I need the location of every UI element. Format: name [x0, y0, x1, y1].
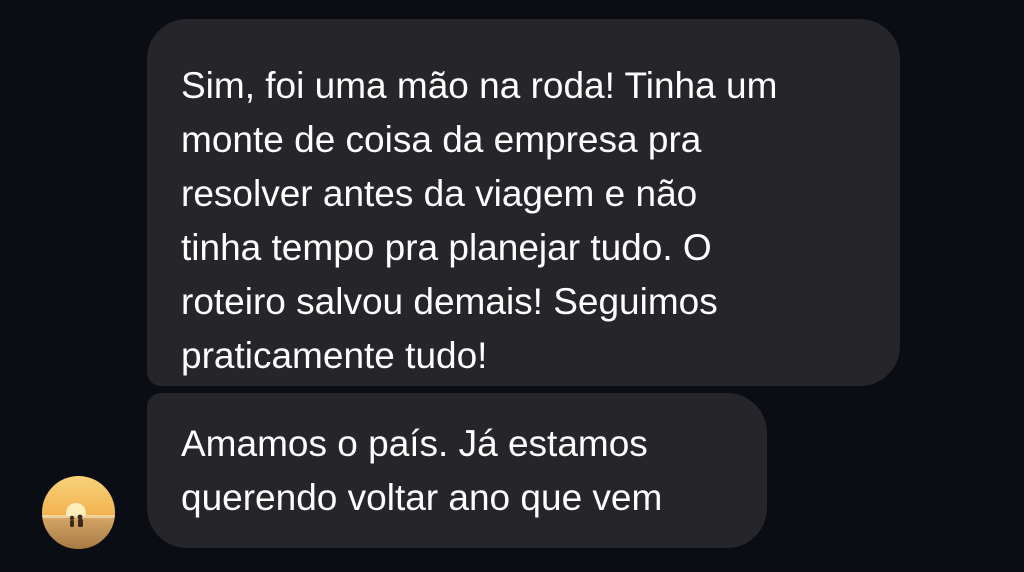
message-text-line: Amamos o país. Já estamos — [181, 423, 648, 464]
message-text-line: querendo voltar ano que vem — [181, 477, 663, 518]
message-text-line: tinha tempo pra planejar tudo. O — [181, 227, 712, 268]
message-bubble[interactable]: Amamos o país. Já estamos querendo volta… — [147, 393, 767, 548]
message-text-line: monte de coisa da empresa pra — [181, 119, 702, 160]
message-text-line: resolver antes da viagem e não — [181, 173, 698, 214]
message-text-line: praticamente tudo! — [181, 335, 488, 376]
contact-avatar[interactable] — [42, 476, 115, 549]
message-bubble[interactable]: Sim, foi uma mão na roda! Tinha um monte… — [147, 19, 900, 386]
sunset-beach-avatar-icon — [42, 476, 115, 549]
message-text-line: Sim, foi uma mão na roda! Tinha um — [181, 65, 778, 106]
message-text-line: roteiro salvou demais! Seguimos — [181, 281, 718, 322]
